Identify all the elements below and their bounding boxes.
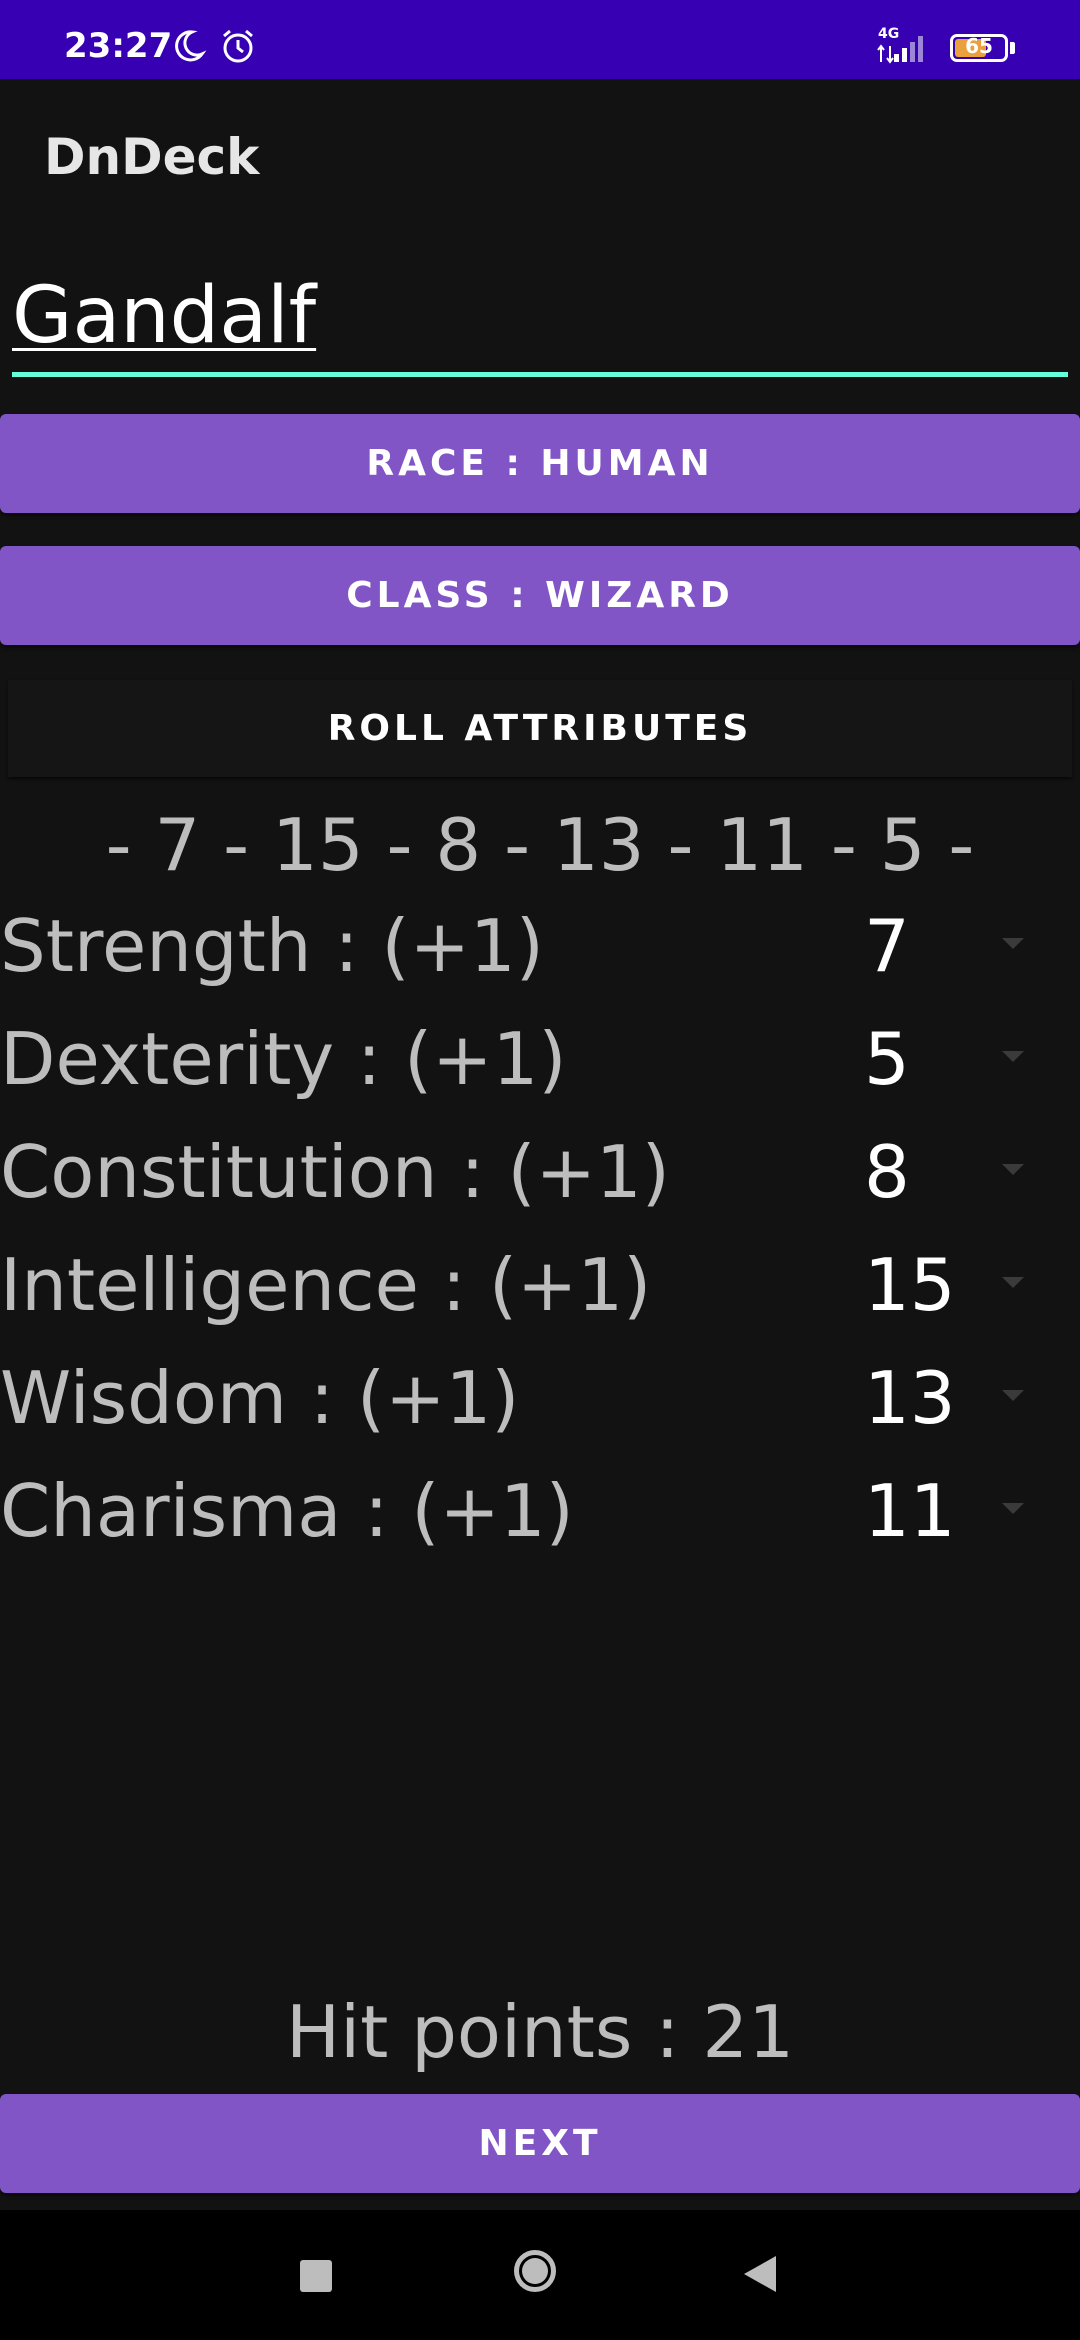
- attribute-label: Charisma : (+1): [0, 1469, 574, 1553]
- recents-icon[interactable]: [300, 2260, 332, 2292]
- attribute-row-dexterity: Dexterity : (+1) 5: [0, 1003, 1080, 1115]
- battery-cap: [1010, 42, 1015, 54]
- attribute-label: Intelligence : (+1): [0, 1243, 652, 1327]
- dropdown-arrow-icon[interactable]: [1002, 1390, 1024, 1401]
- character-name-field[interactable]: Gandalf: [12, 266, 1068, 366]
- attribute-label: Wisdom : (+1): [0, 1356, 520, 1440]
- app-title: DnDeck: [44, 128, 260, 186]
- attribute-value-select[interactable]: 11: [864, 1455, 956, 1567]
- attribute-row-strength: Strength : (+1) 7: [0, 890, 1080, 1002]
- attribute-label: Strength : (+1): [0, 904, 544, 988]
- attribute-row-wisdom: Wisdom : (+1) 13: [0, 1342, 1080, 1454]
- attribute-label: Dexterity : (+1): [0, 1017, 567, 1101]
- dropdown-arrow-icon[interactable]: [1002, 1277, 1024, 1288]
- alarm-icon: [223, 29, 253, 63]
- moon-icon: [175, 30, 207, 62]
- status-time: 23:27: [64, 26, 173, 66]
- name-field-underline: [12, 372, 1068, 377]
- battery-icon: 65: [950, 34, 1008, 62]
- class-button[interactable]: CLASS : WIZARD: [0, 546, 1080, 645]
- hit-points: Hit points : 21: [285, 1990, 795, 2074]
- next-button[interactable]: NEXT: [0, 2094, 1080, 2193]
- attribute-row-intelligence: Intelligence : (+1) 15: [0, 1229, 1080, 1341]
- back-icon[interactable]: [744, 2256, 776, 2292]
- home-icon-center[interactable]: [522, 2258, 548, 2284]
- race-button[interactable]: RACE : HUMAN: [0, 414, 1080, 513]
- attribute-value-select[interactable]: 8: [864, 1116, 910, 1228]
- attribute-label: Constitution : (+1): [0, 1130, 670, 1214]
- attribute-row-charisma: Charisma : (+1) 11: [0, 1455, 1080, 1567]
- status-bar: 23:27 4G 65: [0, 0, 1080, 79]
- battery-level: 65: [965, 34, 993, 58]
- attribute-value-select[interactable]: 13: [864, 1342, 956, 1454]
- dropdown-arrow-icon[interactable]: [1002, 1503, 1024, 1514]
- rolled-values: - 7 - 15 - 8 - 13 - 11 - 5 -: [105, 803, 975, 887]
- attribute-value-select[interactable]: 5: [864, 1003, 910, 1115]
- roll-attributes-button[interactable]: ROLL ATTRIBUTES: [8, 680, 1072, 777]
- dropdown-arrow-icon[interactable]: [1002, 938, 1024, 949]
- attribute-value-select[interactable]: 7: [864, 890, 910, 1002]
- dropdown-arrow-icon[interactable]: [1002, 1051, 1024, 1062]
- attribute-value-select[interactable]: 15: [864, 1229, 956, 1341]
- dropdown-arrow-icon[interactable]: [1002, 1164, 1024, 1175]
- attribute-row-constitution: Constitution : (+1) 8: [0, 1116, 1080, 1228]
- signal-icon: [877, 36, 923, 64]
